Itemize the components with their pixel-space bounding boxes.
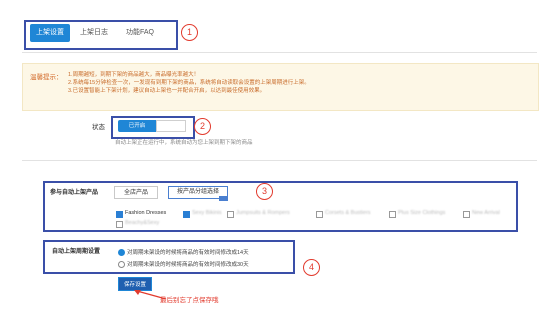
status-hint: 自动上架正在运行中，系统自动为您上架到期下架的商品: [115, 140, 253, 146]
save-reminder-note: 最后别忘了点保存哦: [160, 297, 219, 304]
tab-shelf-settings[interactable]: 上架设置: [30, 24, 70, 42]
category-label: Sexy Bikinis: [192, 210, 222, 216]
notice-line-2: 2.系统每15分钟检查一次，一发现有到期下架的商品，系统将自动读取会设置的上架周…: [68, 80, 310, 86]
category-checkbox[interactable]: [183, 211, 190, 218]
selected-corner-mark: [219, 196, 228, 201]
period-option-30: 对周期未架设的时候将商品的有效时间修改成30天: [127, 262, 249, 268]
category-checkbox[interactable]: [463, 211, 470, 218]
category-label: Plus Size Clothings: [398, 210, 446, 216]
divider: [22, 52, 537, 53]
status-toggle-on[interactable]: 已开启: [118, 120, 156, 132]
category-label: New Arrival: [472, 210, 500, 216]
annotation-4: 4: [303, 259, 320, 276]
period-radio-30[interactable]: [118, 261, 125, 268]
status-toggle-off[interactable]: [156, 120, 186, 132]
category-checkbox[interactable]: [227, 211, 234, 218]
annotation-2: 2: [194, 118, 211, 135]
divider: [22, 160, 537, 161]
annotation-1: 1: [181, 24, 198, 41]
period-label: 自动上架周期设置: [52, 249, 101, 255]
category-checkbox[interactable]: [116, 211, 123, 218]
tab-shelf-log[interactable]: 上架日志: [76, 24, 112, 42]
category-checkbox[interactable]: [389, 211, 396, 218]
all-products-button[interactable]: 全店产品: [114, 186, 158, 199]
category-label: Corsets & Bustiers: [325, 210, 371, 216]
notice-line-1: 1.周期越短，到期下架的商品越大，商品曝光率越大！: [68, 72, 200, 78]
period-radio-14[interactable]: [118, 249, 125, 256]
notice-title: 温馨提示：: [30, 74, 63, 81]
category-checkbox[interactable]: [316, 211, 323, 218]
category-label: Fashion Dresses: [125, 210, 167, 216]
status-label: 状态: [92, 124, 105, 131]
category-label: Jumpsuits & Rompers: [236, 210, 290, 216]
category-label: Beachy&Sexy: [125, 220, 160, 226]
period-option-14: 对周期未架设的时候将商品的有效时间修改成14天: [127, 250, 249, 256]
notice-line-3: 3.已设置智能上下架计划，建议自动上架也一并配合开启，以达到最佳使用效果。: [68, 88, 266, 94]
annotation-3: 3: [256, 183, 273, 200]
category-checkbox[interactable]: [116, 221, 123, 228]
products-label: 参与自动上架产品: [50, 190, 99, 196]
tab-faq[interactable]: 功能FAQ: [118, 24, 162, 42]
